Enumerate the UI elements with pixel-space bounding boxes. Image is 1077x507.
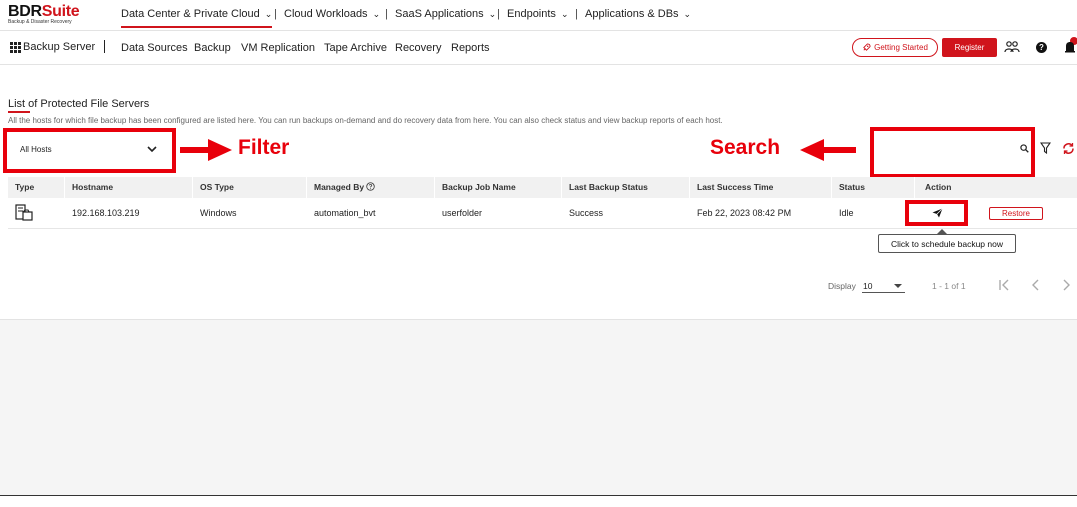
module-navigation: Backup Server Data Sources Backup VM Rep… — [0, 31, 1077, 65]
column-header-managed-by[interactable]: Managed By — [314, 182, 376, 192]
restore-button[interactable]: Restore — [989, 207, 1043, 220]
bottom-divider — [0, 495, 1077, 496]
tab-reports[interactable]: Reports — [451, 42, 490, 54]
product-endpoints[interactable]: Endpoints ⌄ — [507, 8, 568, 20]
filter-funnel-icon[interactable] — [1040, 142, 1051, 154]
refresh-icon[interactable] — [1062, 142, 1075, 155]
product-saas-applications[interactable]: SaaS Applications ⌄ — [395, 8, 496, 20]
status-cell: Idle — [839, 208, 854, 218]
page-size-value: 10 — [863, 281, 873, 291]
tab-data-sources[interactable]: Data Sources — [121, 42, 188, 54]
previous-page-icon[interactable] — [1030, 278, 1042, 292]
table-header: Type Hostname OS Type Managed By Backup … — [8, 177, 1077, 198]
chevron-down-icon: ⌄ — [560, 9, 569, 19]
tab-recovery[interactable]: Recovery — [395, 42, 441, 54]
send-paper-plane-icon — [932, 208, 943, 218]
brand-name-accent: Suite — [41, 3, 80, 20]
column-header-last-backup-status[interactable]: Last Backup Status — [569, 182, 648, 192]
product-label: Cloud Workloads — [284, 8, 368, 20]
last-backup-status-cell: Success — [569, 208, 604, 218]
managed-by-cell: automation_bvt — [314, 208, 376, 218]
product-label: Applications & DBs — [585, 8, 679, 20]
host-filter-dropdown[interactable]: All Hosts — [14, 138, 164, 164]
chevron-down-icon: ⌄ — [683, 9, 692, 19]
annotation-arrow-right-icon — [180, 139, 232, 161]
search-icon[interactable] — [1020, 144, 1029, 153]
divider: | — [274, 8, 277, 20]
column-header-hostname[interactable]: Hostname — [72, 182, 113, 192]
last-success-time-cell: Feb 22, 2023 08:42 PM — [697, 208, 792, 218]
brand-name-bold: BDR — [8, 3, 42, 20]
search-annotation-label: Search — [710, 136, 781, 159]
users-icon[interactable] — [1004, 40, 1020, 54]
backup-job-name-cell: userfolder — [442, 208, 483, 218]
top-navigation: BDRSuite Backup & Disaster Recovery Data… — [0, 0, 1077, 31]
chevron-down-icon — [147, 146, 157, 153]
column-header-backup-job-name[interactable]: Backup Job Name — [442, 182, 516, 192]
page-size-select[interactable]: 10 — [862, 279, 905, 293]
getting-started-button[interactable]: Getting Started — [852, 38, 938, 57]
schedule-backup-now-button[interactable] — [910, 205, 964, 221]
info-question-icon[interactable] — [366, 182, 376, 191]
brand-logo[interactable]: BDRSuite Backup & Disaster Recovery — [8, 3, 80, 25]
product-cloud-workloads[interactable]: Cloud Workloads ⌄ — [284, 8, 380, 20]
annotation-arrow-left-icon — [800, 139, 856, 161]
search-input[interactable] — [880, 138, 1020, 158]
filter-annotation-label: Filter — [238, 136, 290, 159]
product-label: Data Center & Private Cloud — [121, 8, 260, 20]
os-type-cell: Windows — [200, 208, 237, 218]
empty-lower-panel — [0, 319, 1077, 495]
notification-bell-icon[interactable] — [1064, 37, 1077, 55]
rocket-icon — [863, 43, 871, 51]
chevron-down-icon: ⌄ — [488, 9, 497, 19]
tab-backup[interactable]: Backup — [194, 42, 231, 54]
first-page-icon[interactable] — [998, 278, 1012, 292]
product-applications-dbs[interactable]: Applications & DBs ⌄ — [585, 8, 691, 20]
register-button[interactable]: Register — [942, 38, 997, 57]
column-header-action: Action — [925, 182, 952, 192]
tab-vm-replication[interactable]: VM Replication — [241, 42, 315, 54]
product-label: SaaS Applications — [395, 8, 484, 20]
next-page-icon[interactable] — [1060, 278, 1072, 292]
column-header-status[interactable]: Status — [839, 182, 865, 192]
managed-by-label: Managed By — [314, 182, 365, 192]
app-grid-icon[interactable] — [10, 42, 21, 53]
help-icon[interactable]: ? — [1036, 42, 1047, 53]
product-label: Endpoints — [507, 8, 556, 20]
pagination-range: 1 - 1 of 1 — [932, 281, 966, 291]
product-data-center[interactable]: Data Center & Private Cloud ⌄ — [121, 8, 273, 28]
host-filter-value: All Hosts — [20, 145, 52, 154]
file-server-icon — [15, 204, 33, 221]
divider — [104, 40, 105, 53]
column-header-type[interactable]: Type — [15, 182, 34, 192]
getting-started-label: Getting Started — [874, 43, 928, 52]
chevron-down-icon: ⌄ — [264, 9, 273, 19]
hostname-cell: 192.168.103.219 — [72, 208, 140, 218]
column-header-os-type[interactable]: OS Type — [200, 182, 234, 192]
title-underline — [8, 111, 30, 113]
column-header-last-success-time[interactable]: Last Success Time — [697, 182, 773, 192]
divider: | — [385, 8, 388, 20]
divider: | — [575, 8, 578, 20]
caret-down-icon — [894, 284, 902, 288]
chevron-down-icon: ⌄ — [372, 9, 381, 19]
schedule-backup-tooltip: Click to schedule backup now — [878, 234, 1016, 253]
display-label: Display — [828, 281, 856, 291]
backup-server-menu[interactable]: Backup Server — [23, 41, 95, 53]
brand-subtitle: Backup & Disaster Recovery — [8, 19, 72, 25]
page-description: All the hosts for which file backup has … — [8, 116, 723, 125]
divider: | — [497, 8, 500, 20]
tab-tape-archive[interactable]: Tape Archive — [324, 42, 387, 54]
page-title: List of Protected File Servers — [8, 98, 150, 110]
